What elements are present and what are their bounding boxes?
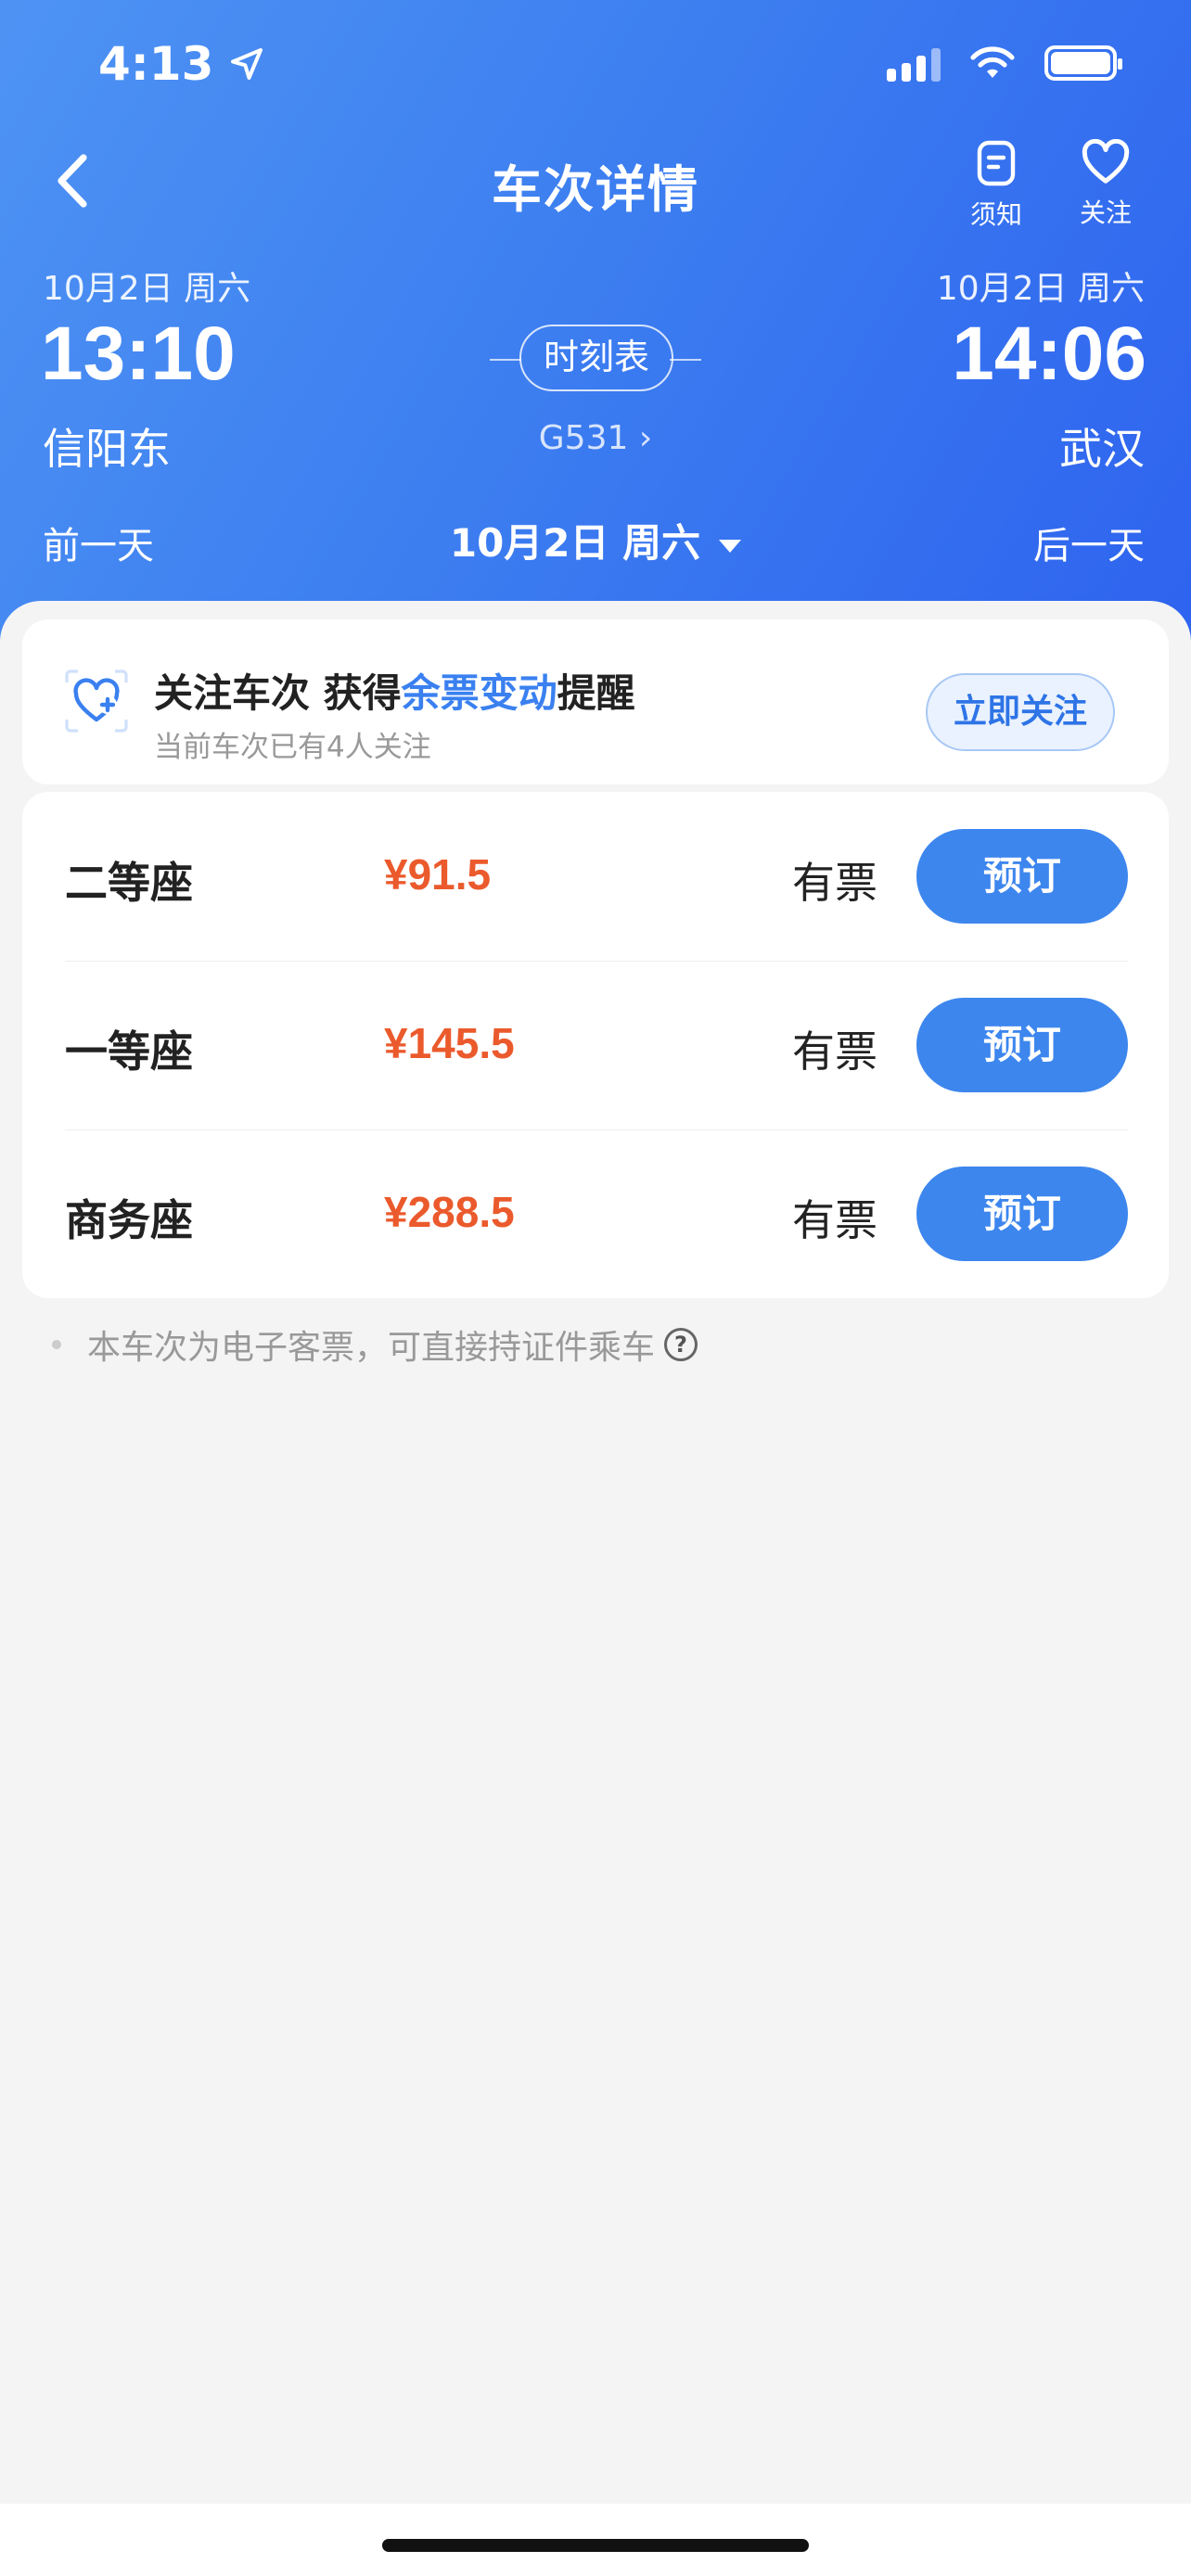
depart-time: 13:10 — [41, 312, 236, 396]
help-icon[interactable]: ? — [664, 1328, 698, 1361]
battery-icon — [1044, 45, 1122, 81]
e-ticket-note: 本车次为电子客票，可直接持证件乘车 ? — [52, 1320, 698, 1369]
notice-button[interactable]: 须知 — [950, 139, 1043, 232]
seat-price: ¥145.5 — [384, 1019, 515, 1067]
date-selector[interactable]: 10月2日 周六 — [0, 512, 1191, 568]
follow-subtitle: 当前车次已有4人关注 — [154, 731, 431, 764]
location-arrow-icon — [231, 48, 263, 80]
arrive-time: 14:06 — [952, 312, 1146, 396]
status-time: 4:13 — [98, 37, 265, 91]
caret-down-icon — [719, 539, 742, 553]
seat-class: 二等座 — [65, 858, 193, 908]
seat-availability: 有票 — [792, 1027, 877, 1077]
seat-availability: 有票 — [792, 858, 877, 908]
depart-date: 10月2日 周六 — [43, 270, 251, 308]
heart-icon — [1082, 138, 1130, 184]
follow-now-button[interactable]: 立即关注 — [926, 673, 1115, 751]
book-button[interactable]: 预订 — [916, 1167, 1128, 1261]
train-number-link[interactable]: G531 › — [0, 419, 1191, 457]
seat-list: 二等座 ¥91.5 有票 预订 一等座 ¥145.5 有票 预订 商务座 ¥28… — [22, 792, 1169, 1298]
status-icons — [887, 45, 1122, 82]
wifi-icon — [970, 46, 1015, 78]
seat-row: 一等座 ¥145.5 有票 预订 — [22, 961, 1169, 1129]
seat-availability: 有票 — [792, 1195, 877, 1245]
note-text: 本车次为电子客票，可直接持证件乘车 — [87, 1329, 656, 1367]
notice-label: 须知 — [969, 199, 1022, 230]
home-indicator[interactable] — [382, 2539, 809, 2552]
follow-nav-button[interactable]: 关注 — [1059, 138, 1152, 230]
seat-row: 商务座 ¥288.5 有票 预订 — [22, 1129, 1169, 1298]
book-button[interactable]: 预订 — [916, 998, 1128, 1092]
seat-row: 二等座 ¥91.5 有票 预订 — [22, 792, 1169, 961]
seat-class: 商务座 — [65, 1195, 193, 1245]
heart-plus-icon — [65, 670, 128, 733]
bullet — [52, 1340, 61, 1349]
seat-price: ¥288.5 — [384, 1188, 515, 1236]
seat-price: ¥91.5 — [384, 850, 492, 899]
seat-class: 一等座 — [65, 1027, 193, 1077]
next-day-button[interactable]: 后一天 — [1033, 516, 1145, 569]
follow-title: 关注车次 获得余票变动提醒 — [154, 670, 635, 716]
timetable-button[interactable]: 时刻表 — [519, 325, 673, 391]
follow-card: 关注车次 获得余票变动提醒 当前车次已有4人关注 立即关注 — [22, 619, 1169, 784]
arrive-date: 10月2日 周六 — [936, 270, 1145, 308]
chevron-right-icon: › — [628, 419, 653, 457]
divider — [670, 359, 701, 361]
content-sheet: 关注车次 获得余票变动提醒 当前车次已有4人关注 立即关注 二等座 ¥91.5 … — [0, 601, 1191, 2493]
notice-icon — [977, 140, 1016, 186]
divider — [490, 359, 521, 361]
follow-label: 关注 — [1079, 198, 1132, 228]
cellular-signal-icon — [887, 45, 941, 82]
book-button[interactable]: 预订 — [916, 829, 1128, 924]
